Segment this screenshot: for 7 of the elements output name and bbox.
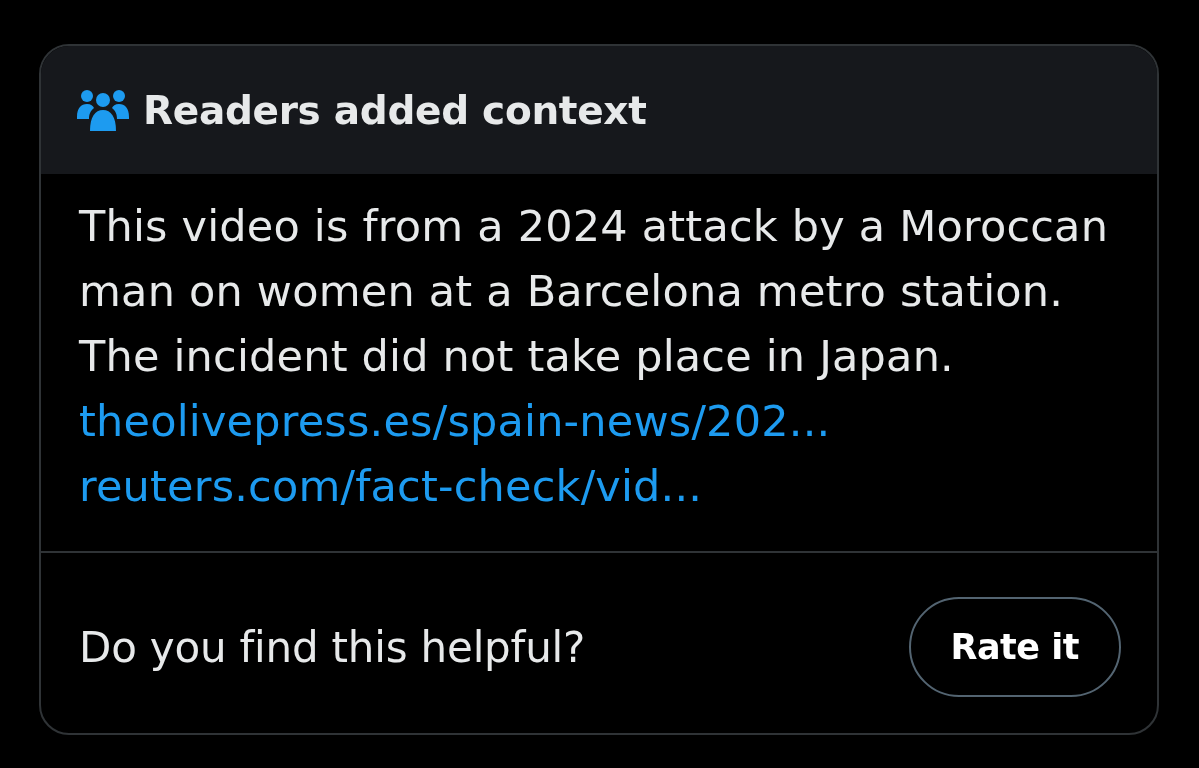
helpful-question: Do you find this helpful? — [79, 622, 586, 672]
rate-it-button[interactable]: Rate it — [908, 597, 1121, 697]
note-text: This video is from a 2024 attack by a Moroccan man on women at a Barcelona metro station. The incident did not take place in Japan. — [79, 200, 1110, 383]
source-link[interactable]: reuters.com/fact-check/vid... — [79, 454, 703, 519]
source-link[interactable]: theolivepress.es/spain-news/202... — [79, 389, 831, 454]
people-icon — [77, 89, 129, 131]
note-title: Readers added context — [143, 87, 647, 133]
